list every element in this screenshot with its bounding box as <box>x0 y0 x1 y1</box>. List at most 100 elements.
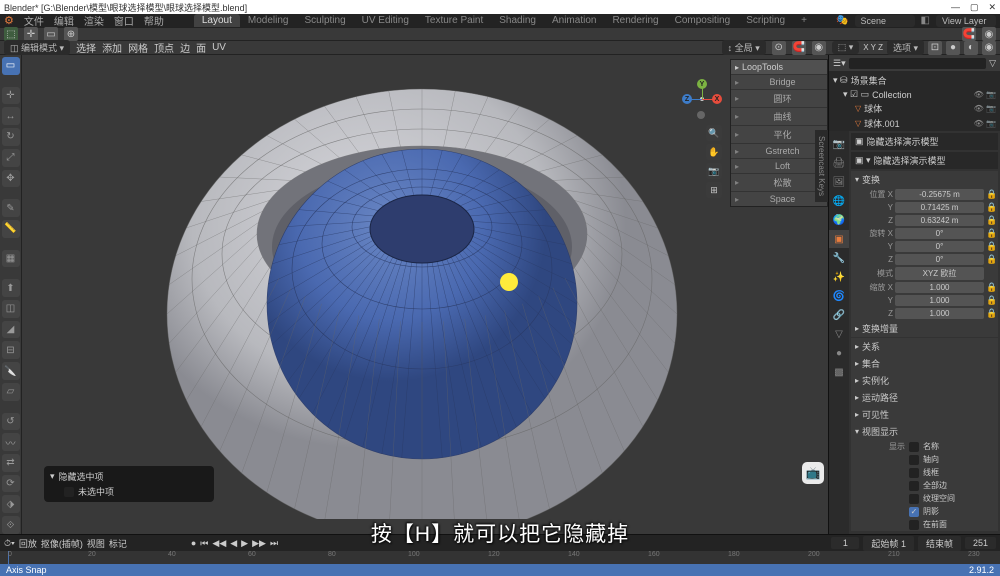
ptab-data[interactable]: ▽ <box>829 325 849 343</box>
tab-layout[interactable]: Layout <box>194 14 240 27</box>
gizmo-x[interactable]: X <box>712 94 722 104</box>
outliner-filter-icon[interactable]: ▽ <box>989 58 996 69</box>
menu-file[interactable]: 文件 <box>24 13 44 28</box>
outliner-search[interactable] <box>849 58 986 69</box>
ptab-viewlayer[interactable]: 🖼 <box>829 173 849 191</box>
h3-uv[interactable]: UV <box>212 42 226 53</box>
scale-z[interactable]: 1.000 <box>895 308 984 319</box>
tl-view[interactable]: 视图 <box>87 537 105 550</box>
tl-playback[interactable]: 回放 <box>19 537 37 550</box>
tool-rip[interactable]: ⟐ <box>2 516 20 534</box>
tool-edgeslide[interactable]: ⇄ <box>2 454 20 472</box>
h3-mesh[interactable]: 网格 <box>128 40 148 55</box>
cb-alledge[interactable] <box>909 481 919 491</box>
loc-x[interactable]: -0.25675 m <box>895 189 984 200</box>
scale-y[interactable]: 1.000 <box>895 295 984 306</box>
looptools-circle[interactable]: 圆环 <box>731 89 827 107</box>
gizmo-neg[interactable] <box>697 111 705 119</box>
tool-polybuild[interactable]: ▱ <box>2 383 20 401</box>
ptab-texture[interactable]: ▩ <box>829 363 849 381</box>
tab-add[interactable]: + <box>793 14 815 27</box>
window-maximize[interactable]: ▢ <box>970 2 979 13</box>
tab-texpaint[interactable]: Texture Paint <box>417 14 491 27</box>
frame-end-label[interactable]: 结束帧 <box>918 536 961 551</box>
tool-cursor[interactable]: ✛ <box>2 87 20 105</box>
gizmo-y[interactable]: Y <box>697 79 707 89</box>
pivot-icon[interactable]: ⊙ <box>772 41 786 55</box>
loc-y[interactable]: 0.71425 m <box>895 202 984 213</box>
tool-spin[interactable]: ↺ <box>2 413 20 431</box>
looptools-bridge[interactable]: Bridge <box>731 74 827 89</box>
shading-render[interactable]: ◉ <box>982 41 996 55</box>
operator-panel[interactable]: 隐藏选中项 未选中项 <box>44 466 214 502</box>
sec-transform[interactable]: 变换 <box>851 171 998 188</box>
prop-breadcrumb-1[interactable]: ▣ 隐藏选择演示模型 <box>851 133 998 150</box>
looptools-flatten[interactable]: 平化 <box>731 125 827 143</box>
jump-end[interactable]: ⏭ <box>270 538 278 549</box>
tool-annotate[interactable]: ✎ <box>2 199 20 217</box>
tool-rotate[interactable]: ↻ <box>2 128 20 146</box>
tool-shear[interactable]: ⬗ <box>2 495 20 513</box>
ptab-scene[interactable]: 🌐 <box>829 192 849 210</box>
ptab-particle[interactable]: ✨ <box>829 268 849 286</box>
tab-compositing[interactable]: Compositing <box>667 14 739 27</box>
frame-end[interactable]: 251 <box>965 537 996 549</box>
ptab-modifier[interactable]: 🔧 <box>829 249 849 267</box>
unselected-checkbox[interactable] <box>64 487 74 497</box>
viewlayer-field[interactable]: View Layer <box>936 15 996 27</box>
tool-loopcut[interactable]: ⊟ <box>2 341 20 359</box>
cb-texspace[interactable] <box>909 494 919 504</box>
frame-start[interactable]: 起始帧 1 <box>863 536 914 551</box>
tool-knife[interactable]: 🔪 <box>2 362 20 380</box>
h3-vertex[interactable]: 顶点 <box>154 40 174 55</box>
rot-y[interactable]: 0° <box>895 241 984 252</box>
camera-icon[interactable]: 📷 <box>706 163 722 179</box>
prop-edit-icon[interactable]: ◉ <box>982 27 996 41</box>
timeline-track[interactable]: 020406080100120140160180200210230 <box>0 551 1000 564</box>
cb-name[interactable] <box>909 442 919 452</box>
tab-modeling[interactable]: Modeling <box>240 14 297 27</box>
cb-wire[interactable] <box>909 468 919 478</box>
tab-shading[interactable]: Shading <box>491 14 544 27</box>
tool-extrude[interactable]: ⬆ <box>2 279 20 297</box>
rot-x[interactable]: 0° <box>895 228 984 239</box>
tool-select-box[interactable]: ▭ <box>2 57 20 75</box>
ptab-physics[interactable]: 🌀 <box>829 287 849 305</box>
tool-measure[interactable]: 📏 <box>2 220 20 238</box>
frame-current[interactable]: 1 <box>831 537 859 549</box>
looptools-curve[interactable]: 曲线 <box>731 107 827 125</box>
looptools-relax[interactable]: 松散 <box>731 173 827 191</box>
looptools-gstretch[interactable]: Gstretch <box>731 143 827 158</box>
ptab-world[interactable]: 🌍 <box>829 211 849 229</box>
tool-shrink[interactable]: ⟳ <box>2 475 20 493</box>
jump-start[interactable]: ⏮ <box>200 538 208 549</box>
operator-title[interactable]: 隐藏选中项 <box>50 470 208 483</box>
tl-marker[interactable]: 标记 <box>109 537 127 550</box>
outliner-collection[interactable]: ▾ ☑ ▭Collection 👁 📷 <box>831 88 998 101</box>
gizmo-z[interactable]: Z <box>682 94 692 104</box>
sec-relations[interactable]: 关系 <box>851 338 998 355</box>
overlays-btn[interactable]: ⬚ ▾ <box>832 41 860 54</box>
tool-bevel[interactable]: ◢ <box>2 321 20 339</box>
select-icon[interactable]: ▭ <box>44 27 58 41</box>
menu-edit[interactable]: 编辑 <box>54 13 74 28</box>
cursor-icon[interactable]: ✛ <box>24 27 38 41</box>
snap-toggle[interactable]: 🧲 <box>792 41 806 55</box>
pan-icon[interactable]: ✋ <box>706 144 722 160</box>
rot-mode[interactable]: XYZ 欧拉 <box>895 267 984 280</box>
tool-inset[interactable]: ◫ <box>2 300 20 318</box>
looptools-loft[interactable]: Loft <box>731 158 827 173</box>
h3-face[interactable]: 面 <box>196 40 206 55</box>
snap-icon[interactable]: 🧲 <box>962 27 976 41</box>
play-fwd[interactable]: ▶ <box>241 538 248 549</box>
ptab-object[interactable]: ▣ <box>829 230 849 248</box>
keyframe-next[interactable]: ▶▶ <box>252 538 266 549</box>
tab-scripting[interactable]: Scripting <box>738 14 793 27</box>
tool-move[interactable]: ↔ <box>2 107 20 125</box>
tool-smooth[interactable]: 〰 <box>2 433 20 451</box>
menu-render[interactable]: 渲染 <box>84 13 104 28</box>
nav-gizmo[interactable]: X Y Z <box>682 79 722 119</box>
outliner-item-1[interactable]: ▽球体.001👁 📷 <box>831 116 998 131</box>
sec-collections[interactable]: 集合 <box>851 355 998 372</box>
ptab-render[interactable]: 📷 <box>829 135 849 153</box>
